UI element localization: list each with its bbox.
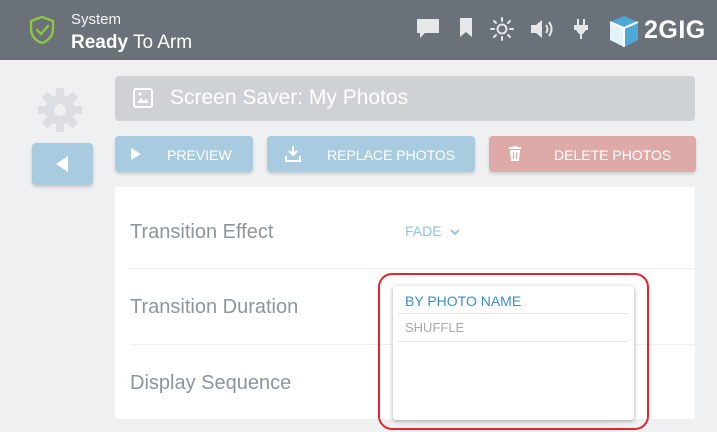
delete-photos-button[interactable]: DELETE PHOTOS <box>489 136 696 172</box>
display-sequence-label: Display Sequence <box>130 372 292 394</box>
system-label: System <box>71 11 122 28</box>
arm-status-bold: Ready <box>71 32 129 53</box>
highlight-annotation <box>378 273 649 430</box>
back-button[interactable] <box>32 143 93 185</box>
transition-effect-select[interactable]: FADE <box>405 223 461 239</box>
back-arrow-icon <box>56 156 68 172</box>
preview-button[interactable]: PREVIEW <box>115 136 253 172</box>
brand-name: 2GIG <box>644 16 706 44</box>
preview-label: PREVIEW <box>167 147 232 163</box>
top-status-bar: System Ready To Arm 2GIG <box>0 0 717 60</box>
download-icon <box>285 146 301 162</box>
replace-photos-button[interactable]: REPLACE PHOTOS <box>267 136 475 172</box>
row-divider <box>130 268 695 269</box>
delete-photos-label: DELETE PHOTOS <box>554 147 672 163</box>
page-title: Screen Saver: My Photos <box>170 86 409 109</box>
transition-duration-label: Transition Duration <box>130 296 299 318</box>
image-icon <box>133 88 153 108</box>
arm-status[interactable]: Ready To Arm <box>71 32 192 54</box>
play-icon <box>131 148 141 160</box>
transition-effect-label: Transition Effect <box>130 221 274 243</box>
chevron-down-icon <box>450 229 461 236</box>
transition-effect-value: FADE <box>405 223 442 239</box>
page-title-bar: Screen Saver: My Photos <box>115 76 695 121</box>
arm-status-rest: To Arm <box>128 32 193 53</box>
replace-photos-label: REPLACE PHOTOS <box>327 147 456 163</box>
bookmark-icon[interactable] <box>459 18 473 38</box>
chat-icon[interactable] <box>416 18 440 40</box>
volume-icon[interactable] <box>530 18 556 40</box>
settings-gear-icon[interactable] <box>36 86 84 134</box>
shield-check-icon[interactable] <box>29 16 55 44</box>
trash-icon <box>509 146 521 161</box>
power-plug-icon[interactable] <box>573 18 589 40</box>
brightness-icon[interactable] <box>490 17 514 41</box>
